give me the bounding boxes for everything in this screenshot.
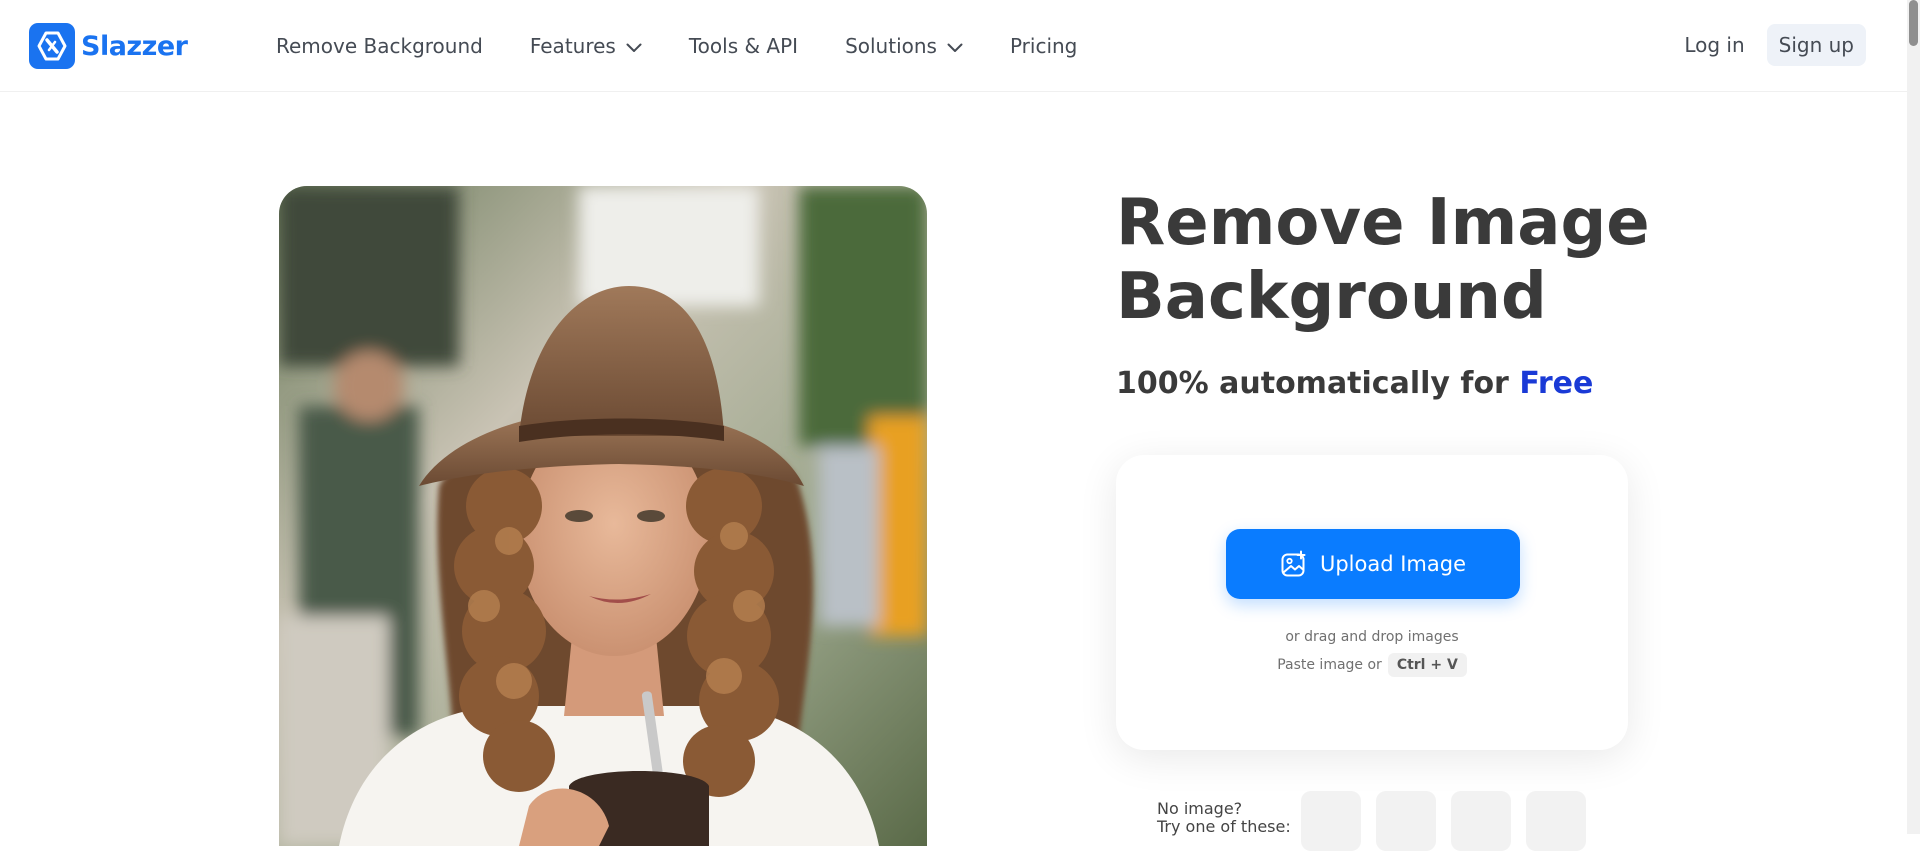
sample-image-thumb[interactable] [1301,791,1361,851]
sample-image-thumb[interactable] [1526,791,1586,851]
upload-button-label: Upload Image [1319,552,1467,576]
sample-image-thumb[interactable] [1451,791,1511,851]
drag-drop-hint: or drag and drop images [1285,629,1459,645]
nav-label: Solutions [845,34,937,58]
scrollbar-thumb[interactable] [1909,0,1918,46]
nav-label: Pricing [1009,34,1078,58]
sample-image-thumb[interactable] [1376,791,1436,851]
site-header: Slazzer Remove Background Features Tools… [0,0,1907,92]
title-line-2: Background [1116,260,1547,334]
paste-hint-text: Paste image or [1277,657,1382,673]
hero-sample-photo [279,186,927,846]
subtitle-free-highlight: Free [1519,366,1594,401]
sample-images-row [1301,791,1601,851]
keyboard-shortcut-badge: Ctrl + V [1387,653,1467,677]
logo[interactable]: Slazzer [29,23,188,69]
upload-dropzone[interactable]: Upload Image or drag and drop images Pas… [1116,455,1628,750]
nav-label: Features [529,34,616,58]
nav-pricing[interactable]: Pricing [1010,34,1077,58]
nav-label: Remove Background [276,34,483,58]
nav-label: Tools & API [688,34,799,58]
slazzer-logo-icon [29,23,75,69]
auth-actions: Log in Sign up [1684,24,1866,66]
login-link[interactable]: Log in [1684,33,1744,57]
nav-solutions[interactable]: Solutions [845,34,963,58]
sample-prompt-line-2: Try one of these: [1157,817,1291,836]
sample-prompt-line-1: No image? [1157,799,1243,818]
chevron-down-icon [947,34,963,58]
logo-text: Slazzer [81,30,188,62]
title-line-1: Remove Image [1116,186,1650,260]
page-title: Remove Image Background [1116,186,1676,334]
page-subtitle: 100% automatically for Free [1116,366,1593,401]
image-upload-icon [1280,550,1308,578]
nav-features[interactable]: Features [530,34,642,58]
page-scrollbar[interactable] [1907,0,1920,834]
nav-remove-background[interactable]: Remove Background [276,34,483,58]
nav-tools-api[interactable]: Tools & API [689,34,798,58]
sample-images-prompt: No image? Try one of these: [1157,800,1291,836]
paste-hint: Paste image or Ctrl + V [1116,653,1628,677]
main-nav: Remove Background Features Tools & API S… [276,0,1124,92]
signup-button[interactable]: Sign up [1766,24,1866,66]
chevron-down-icon [626,34,642,58]
subtitle-text: 100% automatically for [1116,366,1509,401]
upload-image-button[interactable]: Upload Image [1226,529,1520,599]
